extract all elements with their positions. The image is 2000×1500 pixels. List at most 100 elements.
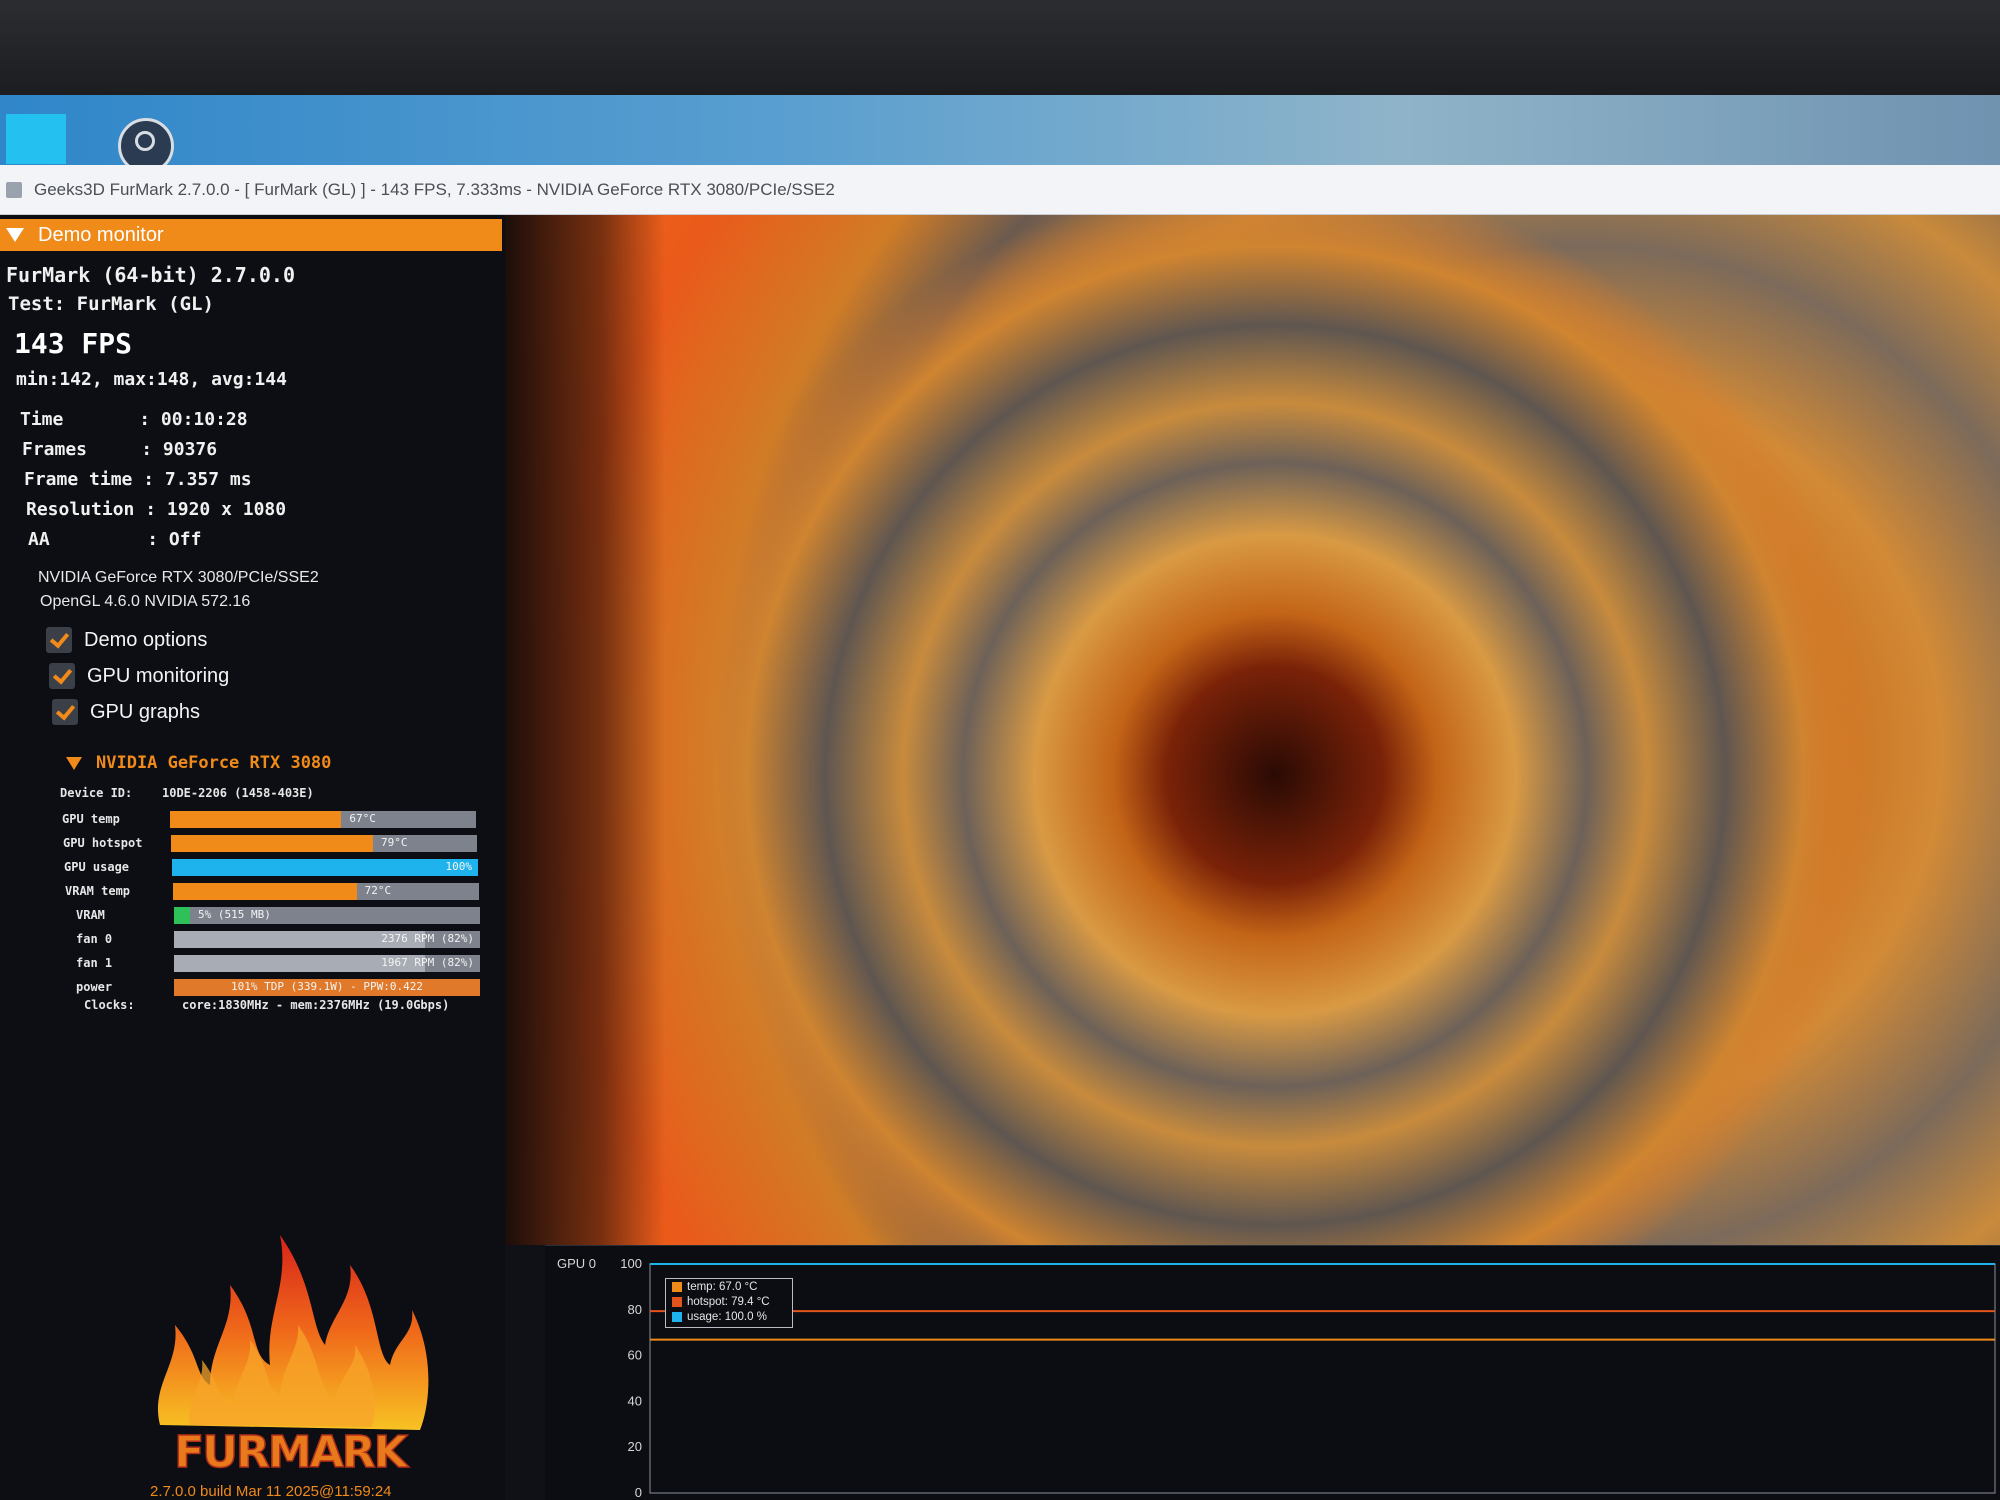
metric-bar-fill bbox=[171, 834, 373, 852]
window-title: Geeks3D FurMark 2.7.0.0 - [ FurMark (GL)… bbox=[34, 179, 835, 199]
app-version: FurMark (64-bit) 2.7.0.0 bbox=[6, 263, 295, 287]
device-id-value: 10DE-2206 (1458-403E) bbox=[162, 786, 314, 800]
metric-row: VRAM 5% (515 MB) bbox=[66, 905, 486, 925]
build-info: 2.7.0.0 build Mar 11 2025@11:59:24 bbox=[150, 1483, 392, 1500]
demo-monitor-header[interactable]: Demo monitor bbox=[0, 219, 502, 251]
metric-bar: 79°C bbox=[171, 834, 477, 852]
checkbox-row[interactable]: Demo options bbox=[46, 627, 207, 653]
fps-stats: min:142, max:148, avg:144 bbox=[16, 369, 287, 390]
y-tick-label: 60 bbox=[628, 1348, 642, 1363]
checkbox[interactable] bbox=[49, 663, 75, 689]
y-tick-label: 100 bbox=[620, 1256, 642, 1271]
test-name: Test: FurMark (GL) bbox=[8, 293, 214, 315]
checkbox-row[interactable]: GPU monitoring bbox=[49, 663, 229, 689]
metric-row: fan 0 2376 RPM (82%) bbox=[66, 929, 486, 949]
furmark-window: Geeks3D FurMark 2.7.0.0 - [ FurMark (GL)… bbox=[0, 165, 2000, 1500]
stat-value: : 7.357 ms bbox=[143, 469, 252, 490]
y-tick-label: 40 bbox=[628, 1393, 642, 1408]
metric-label: GPU hotspot bbox=[63, 836, 143, 850]
stat-value: : 90376 bbox=[141, 439, 218, 460]
metric-label: VRAM bbox=[76, 908, 105, 922]
opengl-version: OpenGL 4.6.0 NVIDIA 572.16 bbox=[40, 593, 251, 610]
metric-bar-fill bbox=[172, 858, 478, 876]
metric-bar-fill bbox=[170, 810, 342, 828]
metric-label: VRAM temp bbox=[65, 884, 131, 898]
gpu-graph-panel: GPU 0 100 80 60 40 20 0 temp: 67.0 °C hotspot:… bbox=[545, 1245, 2000, 1500]
stat-value: : Off bbox=[147, 529, 202, 550]
y-tick-label: 20 bbox=[628, 1439, 642, 1454]
metric-label: GPU temp bbox=[62, 812, 120, 826]
clocks-row: Clocks: core:1830MHz - mem:2376MHz (19.0… bbox=[84, 995, 504, 1015]
legend-item: temp: 67.0 °C bbox=[672, 1279, 792, 1294]
stat-value: : 1920 x 1080 bbox=[145, 499, 287, 520]
graph-legend: temp: 67.0 °C hotspot: 79.4 °C usage: 100.… bbox=[665, 1278, 793, 1328]
metric-value: 101% TDP (339.1W) - PPW:0.422 bbox=[230, 979, 424, 993]
clocks-value: core:1830MHz - mem:2376MHz (19.0Gbps) bbox=[182, 998, 450, 1012]
legend-label: usage: 100.0 % bbox=[687, 1310, 767, 1323]
metric-value: 2376 RPM (82%) bbox=[381, 931, 474, 945]
checkbox[interactable] bbox=[46, 627, 72, 653]
stat-row: Frames : 90376 bbox=[22, 439, 217, 460]
stat-value: : 00:10:28 bbox=[139, 409, 248, 430]
checkbox-label: GPU graphs bbox=[90, 700, 201, 723]
desktop-shortcut-icon[interactable] bbox=[6, 114, 66, 164]
metric-bar: 67°C bbox=[170, 810, 476, 828]
fps-readout: 143 FPS bbox=[14, 327, 133, 360]
metric-row: GPU usage 100% bbox=[64, 857, 484, 877]
stat-row: Frame time : 7.357 ms bbox=[24, 469, 252, 490]
gpu-section-header[interactable]: NVIDIA GeForce RTX 3080 bbox=[66, 753, 331, 773]
metric-value: 72°C bbox=[364, 883, 392, 897]
legend-label: hotspot: 79.4 °C bbox=[687, 1295, 770, 1308]
desktop-background bbox=[0, 95, 2000, 175]
logo-text: FURMARK bbox=[174, 1427, 409, 1478]
stat-label: Time bbox=[20, 409, 140, 430]
checkbox-row[interactable]: GPU graphs bbox=[52, 699, 200, 725]
stat-label: Frames bbox=[22, 439, 142, 460]
render-viewport[interactable] bbox=[505, 215, 2000, 1245]
y-tick-label: 0 bbox=[635, 1485, 642, 1500]
stat-row: Time : 00:10:28 bbox=[20, 409, 248, 430]
monitor-bezel bbox=[0, 0, 2000, 95]
metric-label: fan 1 bbox=[76, 956, 113, 970]
legend-label: temp: 67.0 °C bbox=[687, 1280, 758, 1293]
metric-bar: 72°C bbox=[173, 882, 479, 900]
y-tick-label: 80 bbox=[628, 1302, 642, 1317]
demo-monitor-label: Demo monitor bbox=[38, 223, 164, 246]
gpu-name: NVIDIA GeForce RTX 3080 bbox=[96, 753, 332, 773]
legend-swatch bbox=[672, 1311, 682, 1322]
collapse-triangle-icon[interactable] bbox=[6, 228, 24, 242]
legend-swatch bbox=[672, 1296, 682, 1307]
window-titlebar[interactable]: Geeks3D FurMark 2.7.0.0 - [ FurMark (GL)… bbox=[0, 165, 2000, 215]
metric-bar: 5% (515 MB) bbox=[174, 906, 480, 924]
metric-value: 5% (515 MB) bbox=[198, 907, 271, 921]
gpu-renderer: NVIDIA GeForce RTX 3080/PCIe/SSE2 bbox=[38, 569, 319, 586]
metric-row: VRAM temp 72°C bbox=[65, 881, 485, 901]
device-id-row: Device ID: 10DE-2206 (1458-403E) bbox=[60, 783, 480, 803]
stat-label: Frame time bbox=[24, 469, 144, 490]
metric-bar: 101% TDP (339.1W) - PPW:0.422 bbox=[174, 978, 480, 996]
legend-item: hotspot: 79.4 °C bbox=[672, 1294, 792, 1309]
legend-item: usage: 100.0 % bbox=[672, 1309, 792, 1324]
metric-row: GPU temp 67°C bbox=[62, 809, 482, 829]
collapse-triangle-icon[interactable] bbox=[66, 756, 82, 770]
metric-bar: 1967 RPM (82%) bbox=[174, 954, 480, 972]
metric-bar-fill bbox=[174, 906, 190, 924]
stat-row: Resolution : 1920 x 1080 bbox=[26, 499, 286, 520]
metric-value: 67°C bbox=[349, 811, 376, 825]
fur-donut-render bbox=[675, 215, 1875, 1245]
stat-row: AA : Off bbox=[28, 529, 201, 550]
plot-frame bbox=[649, 1263, 1996, 1494]
checkbox-label: Demo options bbox=[84, 628, 208, 651]
metric-row: power 101% TDP (339.1W) - PPW:0.422 bbox=[66, 977, 486, 997]
demo-monitor-panel: Demo monitor FurMark (64-bit) 2.7.0.0 Te… bbox=[0, 215, 505, 1500]
metric-row: fan 1 1967 RPM (82%) bbox=[66, 953, 486, 973]
metric-value: 100% bbox=[445, 859, 473, 873]
metric-value: 79°C bbox=[380, 835, 408, 849]
metric-value: 1967 RPM (82%) bbox=[381, 955, 474, 969]
checkbox[interactable] bbox=[52, 699, 78, 725]
clocks-label: Clocks: bbox=[84, 998, 135, 1012]
stat-label: AA bbox=[28, 529, 148, 550]
legend-swatch bbox=[672, 1281, 682, 1292]
furmark-logo: FURMARK bbox=[157, 1235, 429, 1479]
metric-bar: 100% bbox=[172, 858, 478, 876]
